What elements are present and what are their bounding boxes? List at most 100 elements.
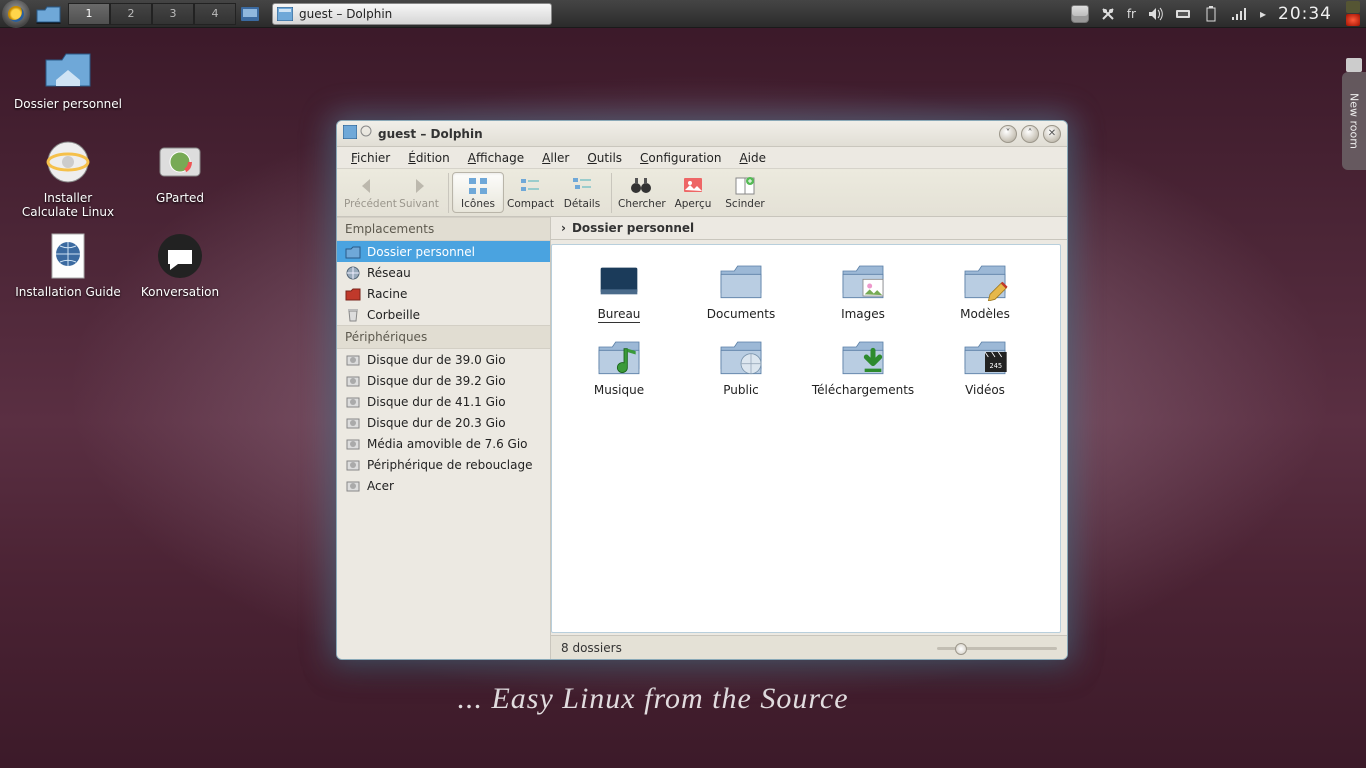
- nav-back-button[interactable]: Précédent: [341, 172, 393, 213]
- device-item[interactable]: Périphérique de rebouclage: [337, 454, 550, 475]
- window-maximize-button[interactable]: ˄: [1021, 125, 1039, 143]
- desktop-icon-label: Installer Calculate Linux: [14, 191, 122, 219]
- window-close-button[interactable]: ✕: [1043, 125, 1061, 143]
- wallpaper-slogan: ... Easy Linux from the Source: [0, 682, 1306, 716]
- virtual-desktop-pager: 1234: [68, 3, 236, 25]
- installer-icon[interactable]: Installer Calculate Linux: [14, 136, 122, 219]
- quicklaunch-filemanager-icon[interactable]: [33, 3, 65, 25]
- volume-icon[interactable]: [1146, 5, 1164, 23]
- menu-configuration[interactable]: Configuration: [632, 149, 729, 167]
- preview-button[interactable]: Aperçu: [667, 172, 719, 213]
- folder-icon: [713, 335, 769, 379]
- view-icons-button[interactable]: Icônes: [452, 172, 504, 213]
- folder-item[interactable]: Modèles: [924, 259, 1046, 321]
- guide-icon-glyph: [42, 230, 94, 282]
- split-view-button[interactable]: Scinder: [719, 172, 771, 213]
- panel-clock[interactable]: 20:34: [1278, 4, 1332, 24]
- menu-outils[interactable]: Outils: [579, 149, 630, 167]
- places-panel: Emplacements Dossier personnelRéseauRaci…: [337, 217, 551, 659]
- arrow-right-icon: [396, 174, 442, 198]
- folder-label: Téléchargements: [812, 383, 914, 397]
- logout-icon[interactable]: [1346, 14, 1360, 26]
- show-desktop-icon[interactable]: [237, 3, 263, 25]
- device-label: Disque dur de 20.3 Gio: [367, 416, 506, 430]
- tray-trash-icon[interactable]: [1071, 5, 1089, 23]
- network-icon[interactable]: [1230, 5, 1248, 23]
- file-view[interactable]: Bureau DocumentsImagesModèles Musique Publi…: [551, 244, 1061, 633]
- menubar: FichierÉditionAffichageAllerOutilsConfig…: [337, 147, 1067, 169]
- folder-item[interactable]: Bureau: [558, 259, 680, 321]
- drive-icon: [345, 352, 361, 368]
- device-notifier-icon[interactable]: [1174, 5, 1192, 23]
- activity-tab-label: New room: [1348, 93, 1361, 149]
- split-icon: [722, 174, 768, 198]
- folder-label: Public: [723, 383, 759, 397]
- folder-item[interactable]: Documents: [680, 259, 802, 321]
- keyboard-layout-indicator[interactable]: fr: [1127, 5, 1136, 23]
- desktop-icon-area: Dossier personnel Installer Calculate Lin…: [12, 38, 242, 358]
- pager-desktop-4[interactable]: 4: [194, 3, 236, 25]
- device-item[interactable]: Disque dur de 20.3 Gio: [337, 412, 550, 433]
- place-label: Dossier personnel: [367, 245, 475, 259]
- folder-item[interactable]: Musique: [558, 335, 680, 397]
- menu-édition[interactable]: Édition: [400, 149, 458, 167]
- folder-red-icon: [345, 286, 361, 302]
- menu-aide[interactable]: Aide: [731, 149, 774, 167]
- view-details-icon: [559, 174, 605, 198]
- filemanager-icon: [277, 6, 293, 22]
- konversation-icon[interactable]: Konversation: [126, 230, 234, 299]
- binoculars-icon: [618, 174, 664, 198]
- app-launcher-icon[interactable]: [2, 0, 30, 28]
- place-item[interactable]: Corbeille: [337, 304, 550, 325]
- svg-text:245: 245: [989, 362, 1002, 370]
- menu-affichage[interactable]: Affichage: [460, 149, 532, 167]
- folder-item[interactable]: Téléchargements: [802, 335, 924, 397]
- device-label: Disque dur de 39.0 Gio: [367, 353, 506, 367]
- folder-item[interactable]: 245Vidéos: [924, 335, 1046, 397]
- device-item[interactable]: Disque dur de 39.2 Gio: [337, 370, 550, 391]
- status-text: 8 dossiers: [561, 641, 622, 655]
- dolphin-window: guest – Dolphin ˅ ˄ ✕ FichierÉditionAffi…: [336, 120, 1068, 660]
- device-item[interactable]: Acer: [337, 475, 550, 496]
- folder-item[interactable]: Images: [802, 259, 924, 321]
- taskbar-entry-label: guest – Dolphin: [299, 7, 392, 21]
- view-compact-button[interactable]: Compact: [504, 172, 556, 213]
- folder-label: Bureau: [598, 307, 641, 323]
- drive-icon: [345, 394, 361, 410]
- activity-tab[interactable]: New room: [1342, 72, 1366, 170]
- view-details-button[interactable]: Détails: [556, 172, 608, 213]
- home-folder-icon-glyph: [42, 42, 94, 94]
- window-minimize-button[interactable]: ˅: [999, 125, 1017, 143]
- place-item[interactable]: Racine: [337, 283, 550, 304]
- search-button[interactable]: Chercher: [615, 172, 667, 213]
- plasma-lock-icon[interactable]: [1346, 58, 1362, 72]
- device-item[interactable]: Disque dur de 41.1 Gio: [337, 391, 550, 412]
- pager-desktop-1[interactable]: 1: [68, 3, 110, 25]
- home-folder-icon[interactable]: Dossier personnel: [14, 42, 122, 111]
- klipper-icon[interactable]: [1099, 5, 1117, 23]
- battery-icon[interactable]: [1202, 5, 1220, 23]
- lock-session-icon[interactable]: [1346, 1, 1360, 13]
- nav-forward-button[interactable]: Suivant: [393, 172, 445, 213]
- drive-icon: [345, 373, 361, 389]
- device-label: Acer: [367, 479, 394, 493]
- place-item[interactable]: Dossier personnel: [337, 241, 550, 262]
- device-label: Média amovible de 7.6 Gio: [367, 437, 528, 451]
- zoom-slider[interactable]: [937, 643, 1057, 653]
- pager-desktop-3[interactable]: 3: [152, 3, 194, 25]
- menu-fichier[interactable]: Fichier: [343, 149, 398, 167]
- device-item[interactable]: Média amovible de 7.6 Gio: [337, 433, 550, 454]
- place-item[interactable]: Réseau: [337, 262, 550, 283]
- tray-expand-icon[interactable]: ▸: [1258, 5, 1268, 23]
- folder-icon: [713, 259, 769, 303]
- device-item[interactable]: Disque dur de 39.0 Gio: [337, 349, 550, 370]
- pager-desktop-2[interactable]: 2: [110, 3, 152, 25]
- taskbar-entry-dolphin[interactable]: guest – Dolphin: [272, 3, 552, 25]
- breadcrumb[interactable]: › Dossier personnel: [551, 217, 1067, 240]
- place-label: Racine: [367, 287, 407, 301]
- guide-icon[interactable]: Installation Guide: [14, 230, 122, 299]
- gparted-icon[interactable]: GParted: [126, 136, 234, 205]
- window-titlebar[interactable]: guest – Dolphin ˅ ˄ ✕: [337, 121, 1067, 147]
- folder-item[interactable]: Public: [680, 335, 802, 397]
- menu-aller[interactable]: Aller: [534, 149, 577, 167]
